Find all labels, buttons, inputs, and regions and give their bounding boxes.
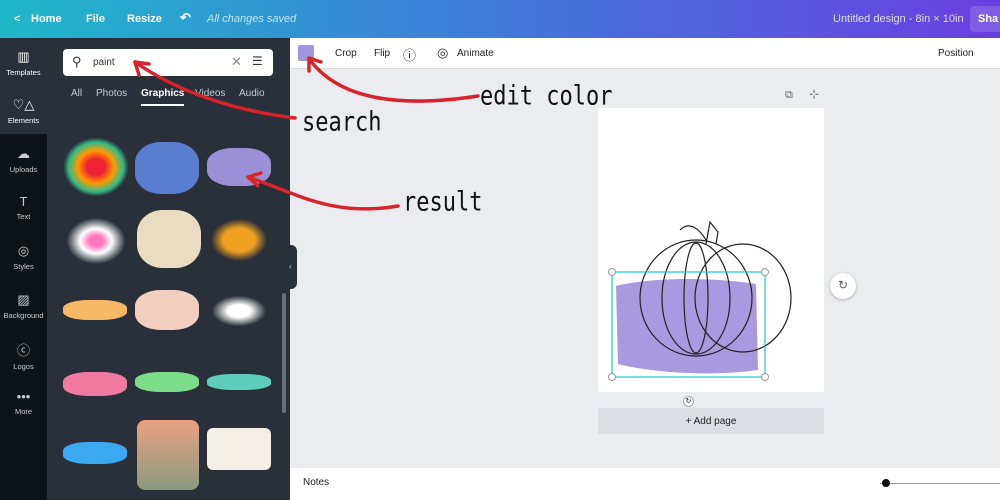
edit-color-arrow xyxy=(308,58,480,103)
annotation-search: search xyxy=(302,107,382,138)
annotation-arrows xyxy=(133,56,480,211)
annotation-edit-color: edit color xyxy=(480,81,613,112)
search-arrow xyxy=(133,60,297,120)
result-arrow xyxy=(248,176,400,211)
annotation-result: result xyxy=(403,187,483,218)
